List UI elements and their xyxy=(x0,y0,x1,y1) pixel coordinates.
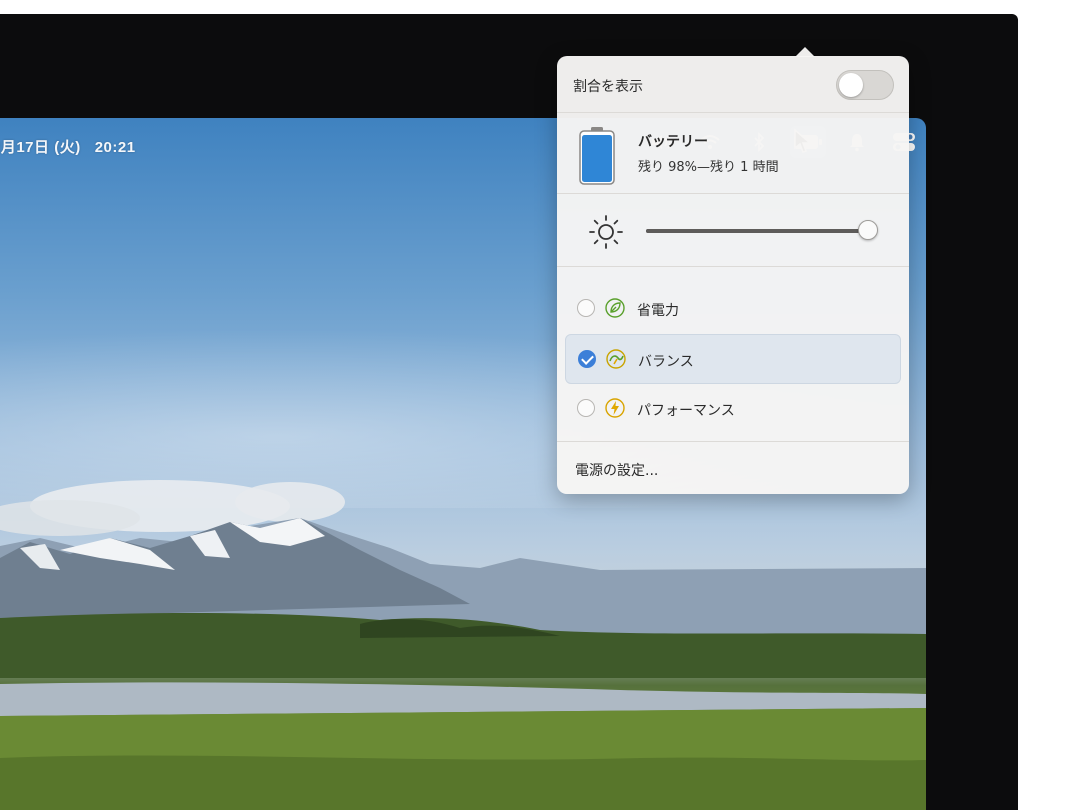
power-mode-balanced-label: バランス xyxy=(638,354,694,370)
power-mode-performance-row[interactable]: パフォーマンス xyxy=(565,384,901,434)
power-mode-saver-label: 省電力 xyxy=(637,303,679,319)
battery-menu-popover: 割合を表示 バッテリー 残り 98%—残り 1 時間 省電力 バランス パフォー… xyxy=(557,47,909,494)
brightness-sun-icon xyxy=(589,215,623,249)
date-label: 2月17日 (火) xyxy=(0,139,81,156)
toggle-knob xyxy=(839,73,863,97)
balance-icon xyxy=(606,349,626,369)
show-percentage-label: 割合を表示 xyxy=(573,79,643,95)
battery-title: バッテリー xyxy=(638,134,708,150)
bolt-icon xyxy=(605,398,625,418)
brightness-slider-thumb[interactable] xyxy=(858,220,878,240)
menubar-clock[interactable]: 2月17日 (火) 20:21 xyxy=(0,136,136,157)
time-label: 20:21 xyxy=(94,139,136,156)
power-mode-performance-radio[interactable] xyxy=(577,399,595,417)
power-mode-balanced-row[interactable]: バランス xyxy=(565,334,901,384)
power-mode-section: 省電力 バランス パフォーマンス xyxy=(557,267,909,442)
brightness-slider-track[interactable] xyxy=(646,229,868,233)
power-mode-performance-label: パフォーマンス xyxy=(637,403,735,419)
show-percentage-toggle[interactable] xyxy=(836,70,894,100)
battery-status-section: バッテリー 残り 98%—残り 1 時間 xyxy=(557,113,909,194)
battery-level-icon xyxy=(579,127,615,185)
power-settings-row[interactable]: 電源の設定... xyxy=(557,442,909,494)
brightness-section xyxy=(557,194,909,267)
power-mode-saver-row[interactable]: 省電力 xyxy=(565,284,901,334)
power-settings-link[interactable]: 電源の設定... xyxy=(575,460,658,480)
brightness-slider-fill xyxy=(646,229,868,233)
power-mode-saver-radio[interactable] xyxy=(577,299,595,317)
power-mode-balanced-radio[interactable] xyxy=(578,350,596,368)
leaf-icon xyxy=(605,298,625,318)
show-percentage-row: 割合を表示 xyxy=(557,56,909,113)
battery-remaining-text: 残り 98%—残り 1 時間 xyxy=(638,160,779,175)
